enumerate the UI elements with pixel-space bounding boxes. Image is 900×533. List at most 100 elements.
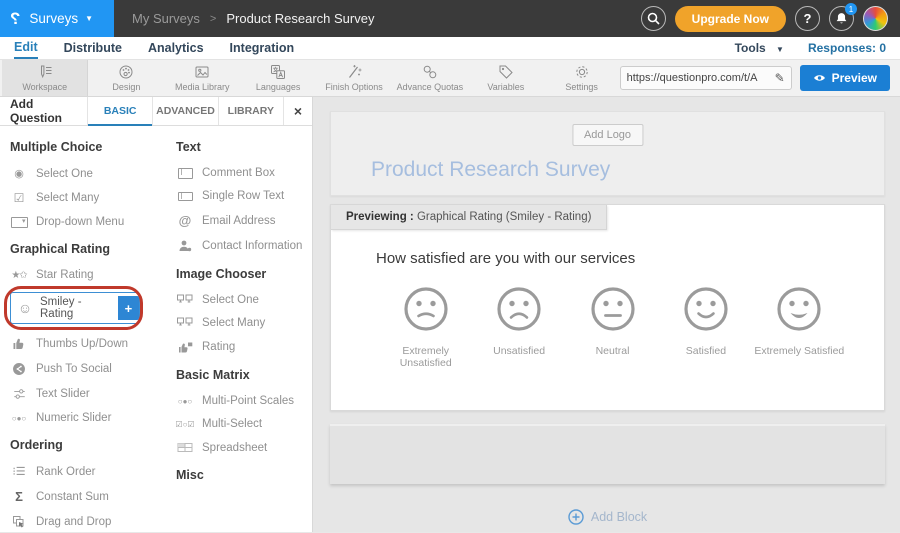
qtype-dropdown-menu[interactable]: Drop-down Menu (10, 216, 172, 228)
add-logo-button[interactable]: Add Logo (572, 124, 643, 146)
survey-title[interactable]: Product Research Survey (371, 158, 610, 182)
upgrade-now-button[interactable]: Upgrade Now (675, 6, 786, 32)
surveys-menu[interactable]: ? Surveys ▼ (0, 0, 114, 37)
qtype-smiley-rating[interactable]: ☺ Smiley - Rating + (10, 292, 140, 324)
tab-library[interactable]: LIBRARY (219, 97, 284, 125)
qtype-select-many[interactable]: ☑ Select Many (10, 191, 172, 205)
breadcrumb-current-survey: Product Research Survey (226, 11, 374, 26)
tools-dropdown[interactable]: Tools ▼ (735, 41, 784, 55)
translate-icon (270, 64, 286, 80)
qtype-numeric-slider[interactable]: ○●○ Numeric Slider (10, 412, 172, 424)
section-graphical-rating: Graphical Rating (10, 242, 172, 256)
help-button[interactable]: ? (795, 6, 820, 31)
plus-circle-icon (568, 509, 584, 525)
qtype-push-to-social[interactable]: Push To Social (10, 362, 172, 376)
tab-distribute[interactable]: Distribute (64, 37, 122, 59)
search-button[interactable] (641, 6, 666, 31)
tab-integration[interactable]: Integration (230, 37, 295, 59)
smiley-neutral-icon (589, 285, 637, 333)
toolbar-settings[interactable]: Settings (544, 60, 620, 96)
responses-count[interactable]: Responses: 0 (808, 41, 886, 55)
qtype-multi-select[interactable]: ☑○☑ Multi-Select (176, 418, 312, 430)
top-bar: ? Surveys ▼ My Surveys > Product Researc… (0, 0, 900, 37)
smiley-very-happy-icon (775, 285, 823, 333)
qtype-single-row-text[interactable]: Single Row Text (176, 190, 312, 202)
survey-header-block[interactable]: Add Logo Product Research Survey (330, 111, 885, 196)
close-icon[interactable]: × (284, 97, 312, 125)
breadcrumb-my-surveys[interactable]: My Surveys (132, 11, 200, 26)
section-image-chooser: Image Chooser (176, 267, 312, 281)
numeric-slider-icon: ○●○ (10, 414, 28, 423)
stars-icon: ★✩ (10, 270, 28, 281)
images-icon (176, 317, 194, 329)
smiley-option-extremely-unsatisfied[interactable]: Extremely Unsatisfied (379, 285, 472, 369)
tab-edit[interactable]: Edit (14, 37, 38, 59)
toolbar-advance-quotas[interactable]: Advance Quotas (392, 60, 468, 96)
multiselect-icon: ☑○☑ (176, 420, 194, 429)
images-icon (176, 294, 194, 306)
qtype-rank-order[interactable]: ⁝☰ Rank Order (10, 465, 172, 478)
comment-box-icon (176, 168, 194, 179)
survey-url-field[interactable]: ✎ (620, 66, 792, 90)
toolbar-languages[interactable]: Languages (240, 60, 316, 96)
qtype-image-rating[interactable]: Rating (176, 340, 312, 354)
edit-url-icon[interactable]: ✎ (775, 71, 785, 85)
qtype-email-address[interactable]: @ Email Address (176, 213, 312, 228)
tab-analytics[interactable]: Analytics (148, 37, 204, 59)
survey-url-input[interactable] (627, 72, 775, 84)
avatar[interactable] (863, 6, 888, 31)
rank-list-icon: ⁝☰ (10, 465, 28, 478)
smiley-happy-icon (682, 285, 730, 333)
toolbar-media-library[interactable]: Media Library (164, 60, 240, 96)
checkbox-list-icon: ☑ (10, 191, 28, 205)
qtype-star-rating[interactable]: ★✩ Star Rating (10, 269, 172, 281)
single-row-icon (176, 192, 194, 201)
thumb-icon (10, 337, 28, 351)
slider-icon (10, 387, 28, 401)
toolbar-variables[interactable]: Variables (468, 60, 544, 96)
qtype-drag-and-drop[interactable]: Drag and Drop (10, 515, 172, 529)
dropdown-icon (10, 217, 28, 228)
wand-icon (346, 64, 362, 80)
smiley-sad-icon (495, 285, 543, 333)
links-icon (422, 64, 438, 80)
toolbar-workspace[interactable]: Workspace (2, 60, 88, 96)
qtype-spreadsheet[interactable]: Spreadsheet (176, 441, 312, 454)
smiley-option-extremely-satisfied[interactable]: Extremely Satisfied (753, 285, 846, 369)
smiley-option-unsatisfied[interactable]: Unsatisfied (472, 285, 565, 369)
qtype-select-one[interactable]: ◉ Select One (10, 167, 172, 180)
qtype-thumbs-up-down[interactable]: Thumbs Up/Down (10, 337, 172, 351)
smiley-option-satisfied[interactable]: Satisfied (659, 285, 752, 369)
gear-icon (574, 64, 590, 80)
qtype-comment-box[interactable]: Comment Box (176, 167, 312, 179)
drag-icon (10, 515, 28, 529)
chevron-down-icon: ▼ (776, 45, 784, 54)
person-icon (176, 239, 194, 253)
toolbar-finish-options[interactable]: Finish Options (316, 60, 392, 96)
notifications-button[interactable]: 1 (829, 6, 854, 31)
section-text: Text (176, 140, 312, 154)
builder-toolbar: Workspace Design Media Library Languages… (0, 60, 900, 97)
product-name: Surveys (29, 11, 78, 26)
qtype-text-slider[interactable]: Text Slider (10, 387, 172, 401)
smiley-option-neutral[interactable]: Neutral (566, 285, 659, 369)
toolbar-design[interactable]: Design (88, 60, 164, 96)
qtype-contact-information[interactable]: Contact Information (176, 239, 312, 253)
add-smiley-question-button[interactable]: + (118, 296, 139, 320)
image-icon (194, 64, 210, 80)
section-multiple-choice: Multiple Choice (10, 140, 172, 154)
add-block-button[interactable]: Add Block (330, 509, 885, 525)
spreadsheet-icon (176, 441, 194, 454)
qtype-constant-sum[interactable]: Σ Constant Sum (10, 489, 172, 504)
tab-basic[interactable]: BASIC (88, 97, 153, 125)
tab-advanced[interactable]: ADVANCED (153, 97, 218, 125)
add-question-panel: Add Question BASIC ADVANCED LIBRARY × Mu… (0, 97, 313, 532)
previewing-tab: Previewing : Graphical Rating (Smiley - … (331, 205, 607, 230)
preview-button[interactable]: Preview (800, 65, 890, 91)
qtype-image-select-one[interactable]: Select One (176, 294, 312, 306)
qtype-multi-point-scales[interactable]: ○●○ Multi-Point Scales (176, 395, 312, 407)
empty-survey-block[interactable] (330, 424, 885, 484)
qtype-image-select-many[interactable]: Select Many (176, 317, 312, 329)
breadcrumb-separator: > (210, 13, 216, 25)
eye-icon (813, 72, 826, 84)
